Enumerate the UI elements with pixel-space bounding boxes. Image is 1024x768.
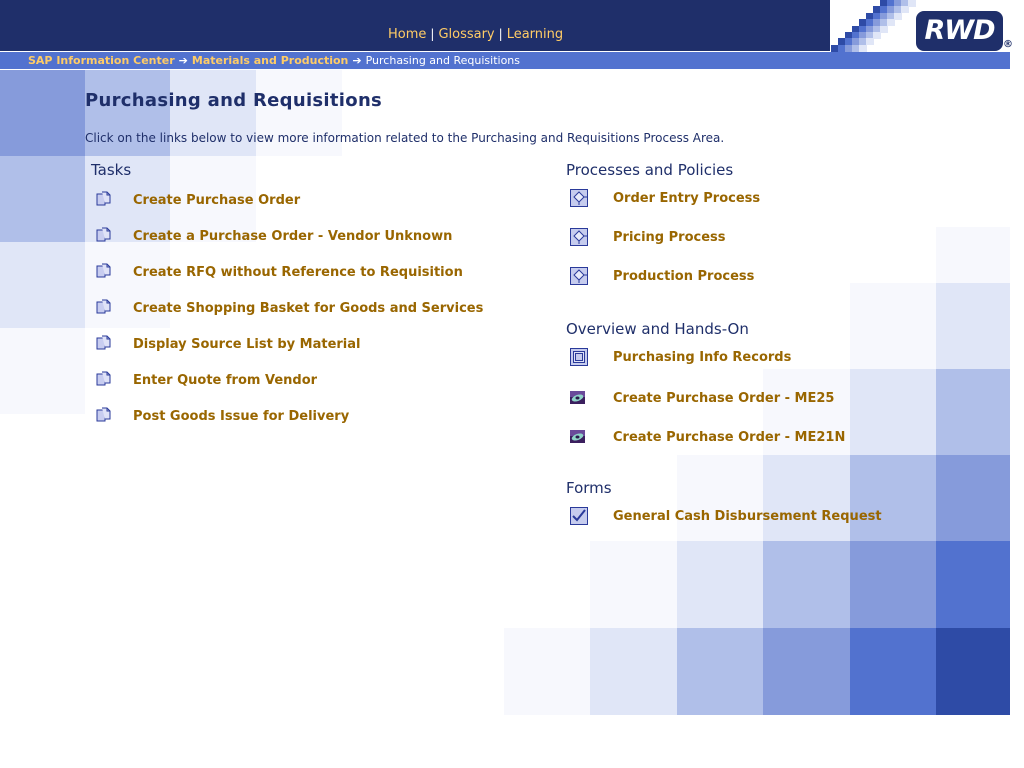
background-tile (763, 541, 850, 628)
task-link[interactable]: Create Purchase Order (133, 193, 300, 208)
processes-heading: Processes and Policies (566, 161, 734, 179)
task-link[interactable]: Create RFQ without Reference to Requisit… (133, 265, 463, 280)
process-link[interactable]: Production Process (613, 269, 754, 284)
task-link[interactable]: Create a Purchase Order - Vendor Unknown (133, 229, 452, 244)
overview-heading: Overview and Hands-On (566, 320, 749, 338)
tasks-heading: Tasks (91, 161, 132, 179)
breadcrumb: SAP Information Center ➔ Materials and Pro… (0, 52, 1010, 69)
document-copy-icon[interactable] (96, 299, 112, 319)
task-link[interactable]: Post Goods Issue for Delivery (133, 409, 349, 424)
background-tile (936, 227, 1010, 283)
background-tile (0, 328, 85, 414)
background-tile (936, 369, 1010, 455)
page-title: Purchasing and Requisitions (85, 90, 383, 111)
document-copy-icon[interactable] (96, 263, 112, 283)
document-copy-icon[interactable] (96, 227, 112, 247)
process-link[interactable]: Order Entry Process (613, 191, 760, 206)
page-intro: Click on the links below to view more in… (85, 131, 725, 145)
simulation-eye-icon[interactable] (570, 389, 585, 408)
background-tile (936, 283, 1010, 369)
background-tile (504, 628, 590, 715)
stair-block (908, 0, 916, 7)
background-tile (590, 541, 677, 628)
stair-block (880, 25, 888, 33)
background-tile (850, 628, 936, 715)
background-tile (936, 628, 1010, 715)
top-navigation: Home | Glossary | Learning (388, 27, 563, 42)
background-tile (677, 455, 763, 541)
breadcrumb-sap-information-center[interactable]: SAP Information Center (28, 54, 175, 67)
breadcrumb-current: Purchasing and Requisitions (365, 54, 521, 67)
breadcrumb-materials-and-production[interactable]: Materials and Production (192, 54, 349, 67)
background-tile (0, 70, 85, 156)
document-copy-icon[interactable] (96, 407, 112, 427)
nav-glossary-link[interactable]: Glossary (438, 27, 494, 42)
rwd-logo: RWD (916, 11, 1003, 51)
breadcrumb-arrow-icon: ➔ (178, 54, 188, 67)
stair-block (866, 38, 874, 46)
background-tile (763, 628, 850, 715)
process-flow-icon[interactable] (570, 267, 588, 289)
task-link[interactable]: Create Shopping Basket for Goods and Ser… (133, 301, 483, 316)
overview-link[interactable]: Create Purchase Order - ME21N (613, 430, 845, 445)
background-tile (590, 628, 677, 715)
process-flow-icon[interactable] (570, 189, 588, 211)
breadcrumb-arrow-icon: ➔ (352, 54, 362, 67)
document-copy-icon[interactable] (96, 335, 112, 355)
overview-link[interactable]: Create Purchase Order - ME25 (613, 391, 834, 406)
forms-heading: Forms (566, 479, 612, 497)
nav-learning-link[interactable]: Learning (507, 27, 563, 42)
stair-block (859, 44, 867, 52)
registered-mark: ® (1003, 39, 1013, 50)
stair-block (901, 6, 909, 14)
background-tile (677, 541, 763, 628)
form-link[interactable]: General Cash Disbursement Request (613, 509, 882, 524)
nav-separator: | (498, 27, 503, 41)
checkbox-form-icon[interactable] (570, 507, 588, 529)
nav-separator: | (430, 27, 435, 41)
task-link[interactable]: Display Source List by Material (133, 337, 361, 352)
background-tile (850, 455, 936, 541)
background-tile (936, 455, 1010, 541)
background-tile (677, 628, 763, 715)
background-tile (850, 541, 936, 628)
background-tile (0, 242, 85, 328)
document-copy-icon[interactable] (96, 191, 112, 211)
stair-block (894, 12, 902, 20)
simulation-eye-icon[interactable] (570, 428, 585, 447)
overview-window-icon[interactable] (570, 348, 588, 370)
background-tile (850, 369, 936, 455)
background-tile (0, 156, 85, 242)
nav-home-link[interactable]: Home (388, 27, 426, 42)
task-link[interactable]: Enter Quote from Vendor (133, 373, 317, 388)
background-tile (936, 541, 1010, 628)
background-tile (763, 455, 850, 541)
document-copy-icon[interactable] (96, 371, 112, 391)
stair-block (887, 19, 895, 27)
stair-block (873, 32, 881, 39)
process-link[interactable]: Pricing Process (613, 230, 726, 245)
background-tile (850, 283, 936, 369)
process-flow-icon[interactable] (570, 228, 588, 250)
overview-link[interactable]: Purchasing Info Records (613, 350, 791, 365)
